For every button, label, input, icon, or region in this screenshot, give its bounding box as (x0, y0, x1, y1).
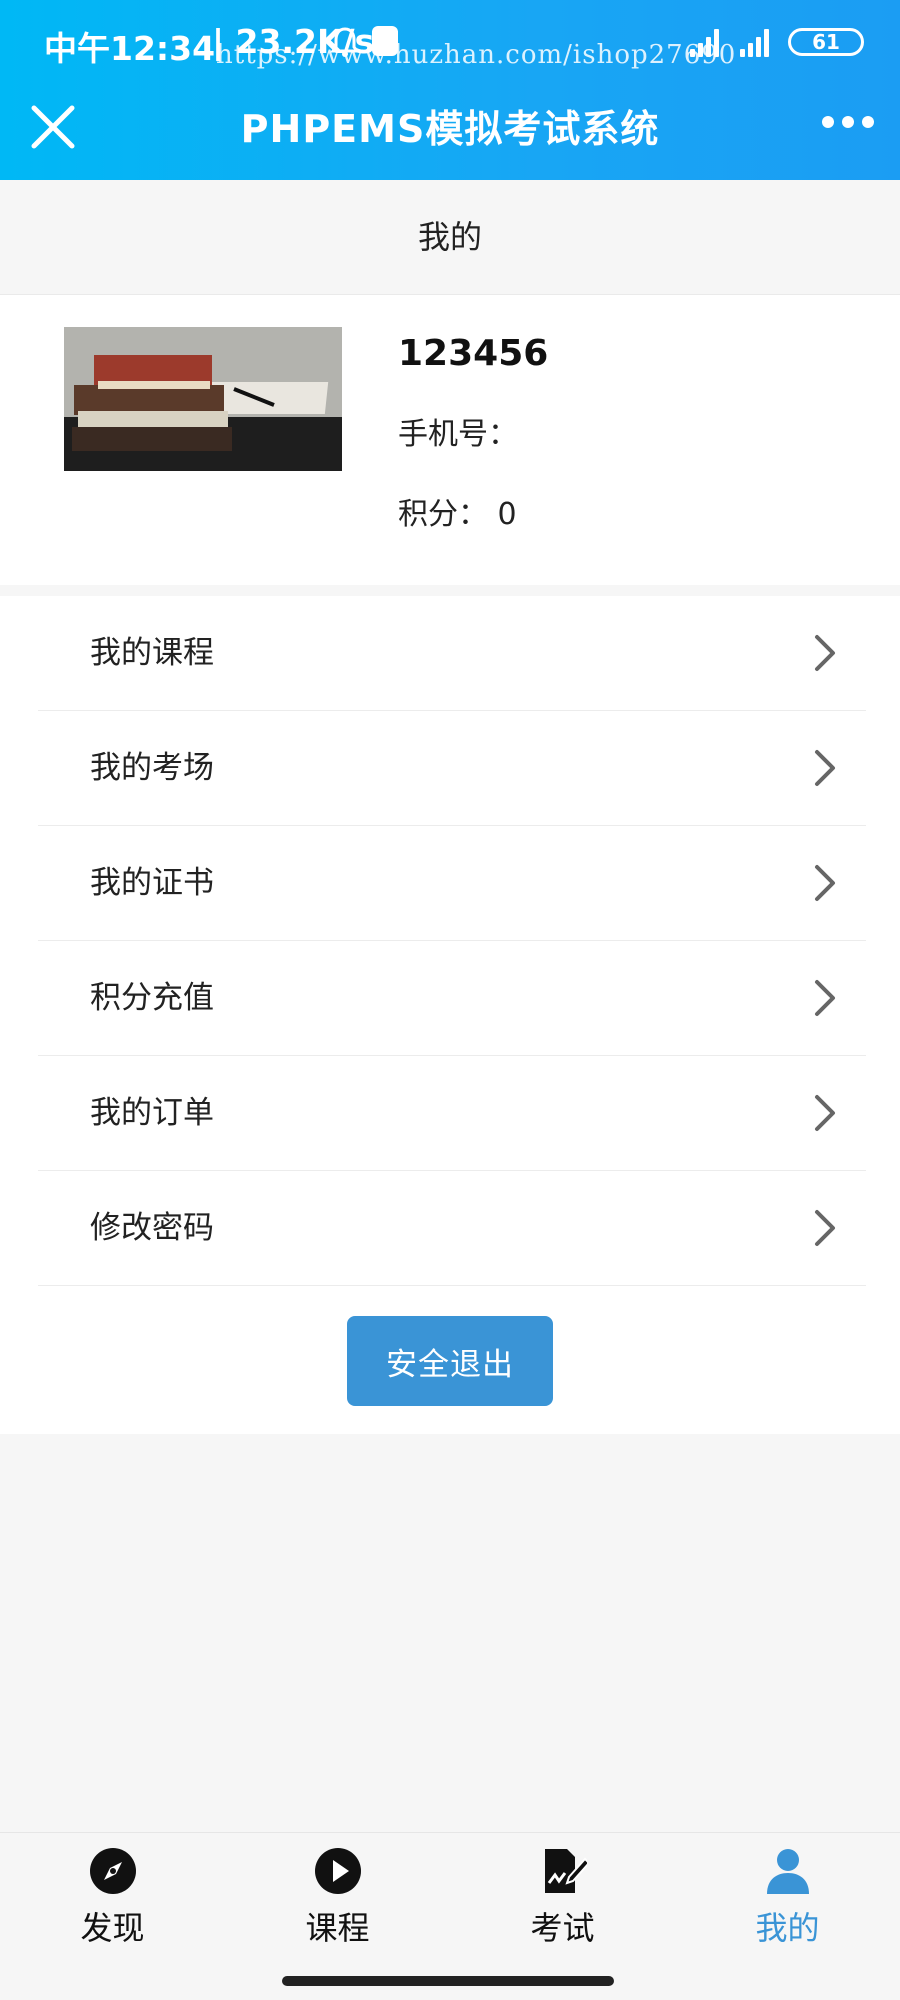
menu-item-points-recharge[interactable]: 积分充值 (38, 941, 866, 1056)
menu-item-my-courses[interactable]: 我的课程 (38, 596, 866, 711)
menu-item-label: 积分充值 (90, 980, 214, 1016)
tab-discover[interactable]: 发现 (0, 1833, 225, 1963)
menu-item-label: 修改密码 (90, 1210, 214, 1246)
chevron-right-icon (815, 1210, 835, 1246)
chevron-right-icon (815, 980, 835, 1016)
chevron-right-icon (815, 865, 835, 901)
navbar: PHPEMS模拟考试系统 (0, 90, 900, 180)
tab-mine[interactable]: 我的 (675, 1833, 900, 1963)
play-icon (315, 1848, 361, 1894)
menu-item-label: 我的订单 (90, 1095, 214, 1131)
compass-icon (90, 1848, 136, 1894)
home-indicator[interactable] (282, 1976, 614, 1986)
status-bar: 中午12:34 | 23.2K/s https://www.huzhan.com… (0, 0, 900, 90)
points-label: 积分： 0 (398, 497, 517, 532)
chevron-right-icon (815, 635, 835, 671)
signal-icon (688, 27, 726, 57)
page-title: 我的 (0, 180, 900, 294)
tab-label: 课程 (305, 1909, 370, 1947)
status-icons: 61 (688, 22, 864, 62)
tab-label: 发现 (80, 1909, 145, 1947)
menu-item-label: 我的证书 (90, 865, 214, 901)
menu-list: 我的课程 我的考场 我的证书 积分充值 我的订单 修改密码 安全退出 (0, 596, 900, 1434)
exam-edit-icon (545, 1849, 587, 1893)
app-header: 中午12:34 | 23.2K/s https://www.huzhan.com… (0, 0, 900, 180)
chevron-right-icon (815, 1095, 835, 1131)
more-dots-icon[interactable] (822, 110, 878, 134)
watermark: https://www.huzhan.com/ishop27690 (216, 40, 737, 70)
user-icon (767, 1849, 809, 1894)
signal-icon-2 (738, 27, 776, 57)
menu-item-label: 我的课程 (90, 635, 214, 671)
status-time: 中午12:34 (44, 29, 216, 68)
app-title: PHPEMS模拟考试系统 (240, 107, 660, 151)
tab-exam[interactable]: 考试 (450, 1833, 675, 1963)
menu-item-change-password[interactable]: 修改密码 (38, 1171, 866, 1286)
tab-label: 考试 (530, 1909, 595, 1947)
menu-item-my-orders[interactable]: 我的订单 (38, 1056, 866, 1171)
tab-courses[interactable]: 课程 (225, 1833, 450, 1963)
menu-item-my-certificates[interactable]: 我的证书 (38, 826, 866, 941)
tab-label: 我的 (755, 1909, 820, 1947)
bottom-tab-bar: 发现 课程 考试 我的 (0, 1832, 900, 1963)
logout-button[interactable]: 安全退出 (347, 1316, 553, 1406)
chevron-right-icon (815, 750, 835, 786)
phone-label: 手机号： (398, 417, 518, 452)
menu-item-my-exam-rooms[interactable]: 我的考场 (38, 711, 866, 826)
profile-card: 123456 手机号： 积分： 0 (0, 294, 900, 585)
username: 123456 (398, 333, 549, 374)
battery-indicator: 61 (788, 28, 864, 56)
profile-cover-image (64, 327, 342, 471)
menu-item-label: 我的考场 (90, 750, 214, 786)
